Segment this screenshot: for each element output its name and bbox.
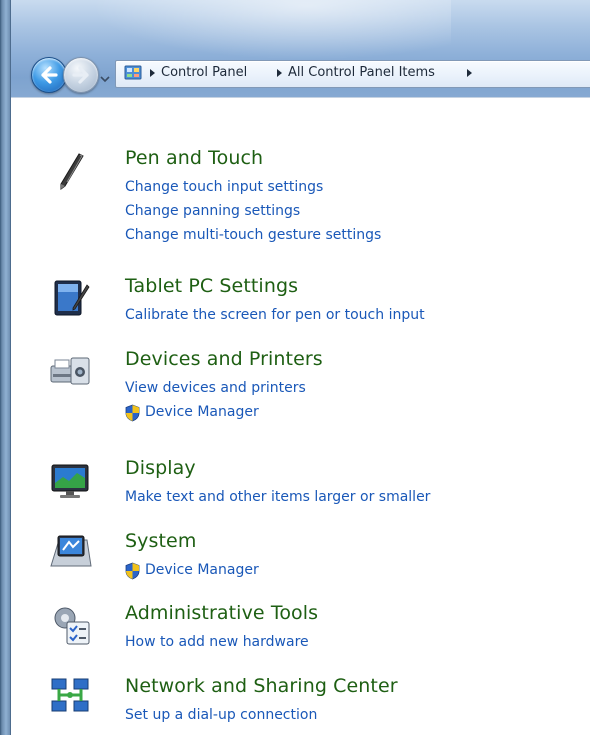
recent-pages-button[interactable] xyxy=(100,69,110,83)
item-title[interactable]: Network and Sharing Center xyxy=(125,675,398,697)
link-device-manager[interactable]: Device Manager xyxy=(145,404,259,420)
breadcrumb-control-panel[interactable]: Control Panel xyxy=(161,65,247,80)
link-add-new-hardware[interactable]: How to add new hardware xyxy=(125,634,309,650)
link-device-manager[interactable]: Device Manager xyxy=(145,562,259,578)
back-button[interactable] xyxy=(31,57,67,93)
forward-button[interactable] xyxy=(63,57,99,93)
link-text-size[interactable]: Make text and other items larger or smal… xyxy=(125,489,430,505)
item-title[interactable]: Administrative Tools xyxy=(125,602,318,624)
pen-icon xyxy=(60,153,84,190)
breadcrumb-separator[interactable] xyxy=(277,69,282,77)
tablet-icon xyxy=(54,280,90,316)
forward-arrow-icon xyxy=(72,66,89,84)
admin-tools-icon xyxy=(54,607,90,645)
navigation-bar: Control Panel All Control Panel Items xyxy=(11,54,590,94)
link-view-devices[interactable]: View devices and printers xyxy=(125,380,306,396)
window-frame-edge xyxy=(0,0,11,735)
link-calibrate-screen[interactable]: Calibrate the screen for pen or touch in… xyxy=(125,307,425,323)
link-change-touch-input[interactable]: Change touch input settings xyxy=(125,179,323,195)
title-bar-sheen xyxy=(91,0,451,60)
control-panel-window: Control Panel All Control Panel Items Pe… xyxy=(0,0,590,736)
item-title[interactable]: Devices and Printers xyxy=(125,348,323,370)
item-title[interactable]: System xyxy=(125,530,196,552)
network-icon xyxy=(51,678,89,712)
uac-shield-icon xyxy=(125,562,140,580)
breadcrumb-separator[interactable] xyxy=(467,69,472,77)
printer-icon xyxy=(50,357,90,385)
control-panel-icon xyxy=(124,65,142,80)
chevron-down-icon xyxy=(100,76,110,83)
link-dial-up-connection[interactable]: Set up a dial-up connection xyxy=(125,707,317,723)
item-title[interactable]: Pen and Touch xyxy=(125,147,263,169)
link-change-multitouch-gesture[interactable]: Change multi-touch gesture settings xyxy=(125,227,381,243)
item-title[interactable]: Display xyxy=(125,457,196,479)
control-panel-items-list: Pen and Touch Change touch input setting… xyxy=(11,97,590,736)
monitor-icon xyxy=(51,464,89,498)
item-title[interactable]: Tablet PC Settings xyxy=(125,275,298,297)
system-icon xyxy=(50,535,92,567)
address-bar[interactable]: Control Panel All Control Panel Items xyxy=(115,60,590,88)
breadcrumb-all-items[interactable]: All Control Panel Items xyxy=(288,65,435,80)
uac-shield-icon xyxy=(125,404,140,422)
back-arrow-icon xyxy=(41,66,58,84)
link-change-panning[interactable]: Change panning settings xyxy=(125,203,300,219)
breadcrumb-separator[interactable] xyxy=(150,69,155,77)
